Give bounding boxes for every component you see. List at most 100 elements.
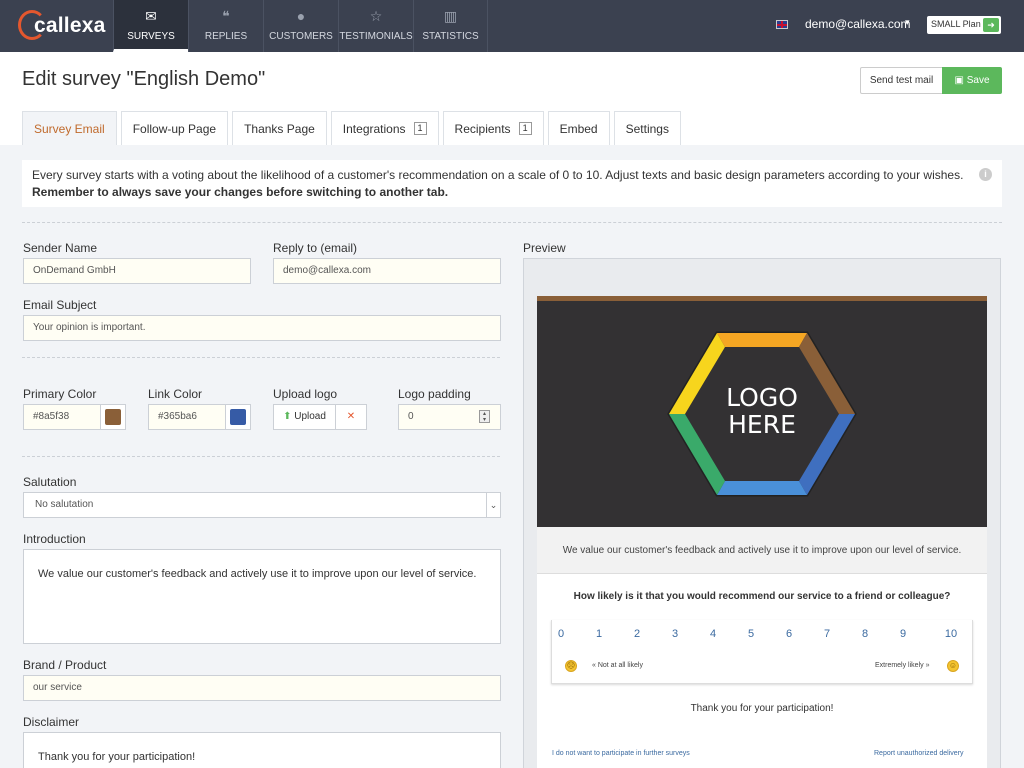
- nav-surveys[interactable]: ✉ SURVEYS: [113, 0, 188, 52]
- plan-label: SMALL Plan: [931, 19, 981, 29]
- primary-color-chip: [105, 409, 121, 425]
- nps-scale: 0 1 2 3 4 5 6 7 8 9 10 ☹ « Not at all li…: [551, 620, 973, 684]
- nav-label: SURVEYS: [127, 31, 175, 42]
- chevron-down-icon[interactable]: ▾: [905, 17, 910, 28]
- info-box: Every survey starts with a voting about …: [22, 160, 1002, 207]
- primary-color-swatch[interactable]: [100, 404, 126, 430]
- logo-placeholder-text: LOGO HERE: [537, 384, 987, 438]
- upload-logo-button[interactable]: ⬆ Upload: [273, 404, 336, 430]
- salutation-value: No salutation: [35, 499, 94, 510]
- preview-question: How likely is it that you would recommen…: [573, 591, 951, 602]
- disclaimer-textarea[interactable]: Thank you for your participation!: [23, 732, 501, 768]
- save-button[interactable]: ▣ Save: [942, 67, 1002, 94]
- scale-option-9[interactable]: 9: [893, 628, 913, 640]
- info-icon[interactable]: i: [979, 168, 992, 181]
- preview-intro-text: We value our customer's feedback and act…: [537, 527, 987, 574]
- primary-color-input[interactable]: #8a5f38: [23, 404, 101, 430]
- brand-product-label: Brand / Product: [23, 658, 107, 672]
- tab-settings[interactable]: Settings: [613, 111, 681, 145]
- reply-to-label: Reply to (email): [273, 241, 358, 255]
- nav-label: STATISTICS: [422, 31, 479, 42]
- sender-name-label: Sender Name: [23, 241, 98, 255]
- page-title: Edit survey "English Demo": [22, 68, 266, 90]
- account-email[interactable]: demo@callexa.com: [805, 17, 911, 31]
- nav-label: CUSTOMERS: [269, 31, 333, 42]
- link-color-label: Link Color: [148, 387, 203, 401]
- tab-thanks-page[interactable]: Thanks Page: [232, 111, 327, 145]
- plan-badge[interactable]: SMALL Plan ➜: [927, 16, 1001, 34]
- tab-label: Recipients: [454, 121, 511, 136]
- nav-label: REPLIES: [204, 31, 248, 42]
- tab-count-badge: 1: [413, 122, 427, 135]
- tab-follow-up-page[interactable]: Follow-up Page: [120, 111, 229, 145]
- scale-option-6[interactable]: 6: [779, 628, 799, 640]
- salutation-label: Salutation: [23, 475, 77, 489]
- preview-survey-body: How likely is it that you would recommen…: [537, 574, 987, 768]
- scale-option-1[interactable]: 1: [589, 628, 609, 640]
- tab-label: Thanks Page: [244, 121, 315, 136]
- remove-logo-button[interactable]: ✕: [335, 404, 367, 430]
- tab-count-badge: 1: [518, 122, 532, 135]
- brand-product-input[interactable]: our service: [23, 675, 501, 701]
- save-label: Save: [966, 75, 990, 86]
- scale-option-0[interactable]: 0: [551, 628, 571, 640]
- unsubscribe-link[interactable]: I do not want to participate in further …: [552, 750, 690, 757]
- divider: [22, 456, 500, 457]
- sender-name-input[interactable]: OnDemand GmbH: [23, 258, 251, 284]
- scale-option-7[interactable]: 7: [817, 628, 837, 640]
- email-subject-label: Email Subject: [23, 298, 97, 312]
- user-icon: ●: [296, 8, 306, 24]
- tab-label: Embed: [559, 121, 598, 136]
- unhappy-face-icon: ☹: [565, 660, 577, 672]
- info-bold-text: Remember to always save your changes bef…: [32, 185, 449, 199]
- nav-statistics[interactable]: ▥ STATISTICS: [413, 0, 488, 52]
- scale-option-4[interactable]: 4: [703, 628, 723, 640]
- scale-option-2[interactable]: 2: [627, 628, 647, 640]
- tab-embed[interactable]: Embed: [547, 111, 610, 145]
- tab-label: Settings: [625, 121, 669, 136]
- tab-integrations[interactable]: Integrations 1: [330, 111, 439, 145]
- tab-survey-email[interactable]: Survey Email: [22, 111, 117, 145]
- reply-to-input[interactable]: demo@callexa.com: [273, 258, 501, 284]
- upload-label: Upload: [294, 411, 326, 422]
- preview-label: Preview: [523, 241, 566, 255]
- tab-label: Follow-up Page: [132, 121, 217, 136]
- chevron-down-icon: ⌄: [486, 493, 500, 517]
- tab-recipients[interactable]: Recipients 1: [442, 111, 544, 145]
- link-color-chip: [230, 409, 246, 425]
- stepper-icon[interactable]: ▴ ▾: [479, 410, 490, 423]
- info-text: Every survey starts with a voting about …: [32, 168, 964, 182]
- survey-tabs: Survey Email Follow-up Page Thanks Page …: [22, 111, 685, 145]
- introduction-textarea[interactable]: We value our customer's feedback and act…: [23, 549, 501, 644]
- email-subject-input[interactable]: Your opinion is important.: [23, 315, 501, 341]
- upload-logo-label: Upload logo: [273, 387, 338, 401]
- link-color-swatch[interactable]: [225, 404, 251, 430]
- nav-customers[interactable]: ● CUSTOMERS: [263, 0, 338, 52]
- happy-face-icon: ☺: [947, 660, 959, 672]
- nav-replies[interactable]: ❝ REPLIES: [188, 0, 263, 52]
- scale-option-5[interactable]: 5: [741, 628, 761, 640]
- tab-label: Survey Email: [34, 121, 105, 136]
- disclaimer-label: Disclaimer: [23, 715, 80, 729]
- envelope-icon: ✉: [145, 8, 157, 24]
- scale-option-8[interactable]: 8: [855, 628, 875, 640]
- send-test-mail-button[interactable]: Send test mail: [860, 67, 943, 94]
- chat-bubbles-icon: ❝: [222, 8, 230, 24]
- report-delivery-link[interactable]: Report unauthorized delivery: [874, 750, 964, 757]
- main-nav: ✉ SURVEYS ❝ REPLIES ● CUSTOMERS ☆ TESTIM…: [113, 0, 488, 52]
- scale-option-10[interactable]: 10: [941, 628, 961, 640]
- link-color-input[interactable]: #365ba6: [148, 404, 226, 430]
- scale-option-3[interactable]: 3: [665, 628, 685, 640]
- callexa-logo[interactable]: callexa: [18, 8, 113, 44]
- bar-chart-icon: ▥: [443, 8, 458, 24]
- nav-testimonials[interactable]: ☆ TESTIMONIALS: [338, 0, 413, 52]
- scale-high-label: Extremely likely »: [875, 662, 930, 669]
- uk-flag-icon[interactable]: [776, 20, 788, 29]
- salutation-select[interactable]: No salutation ⌄: [23, 492, 501, 518]
- divider: [22, 222, 1002, 223]
- nav-label: TESTIMONIALS: [339, 31, 413, 42]
- star-icon: ☆: [369, 8, 383, 24]
- tab-label: Integrations: [342, 121, 406, 136]
- upgrade-arrow-icon[interactable]: ➜: [983, 18, 999, 32]
- preview-thanks-text: Thank you for your participation!: [690, 703, 834, 714]
